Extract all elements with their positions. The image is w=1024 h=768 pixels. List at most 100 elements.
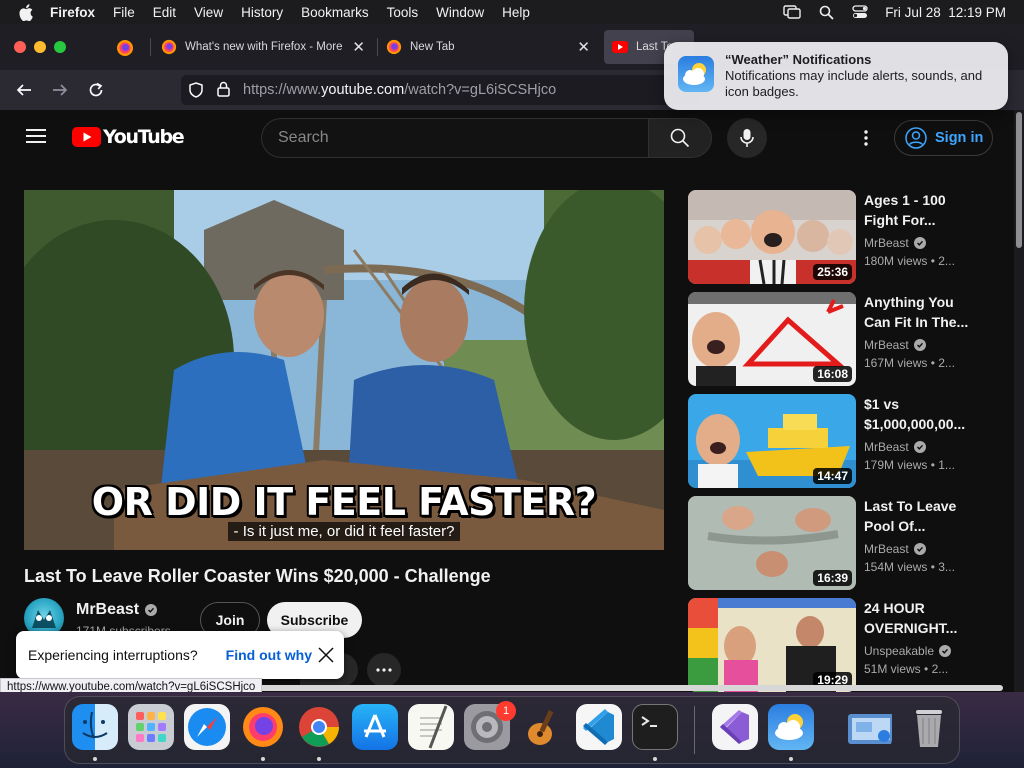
recommended-video-title[interactable]: Anything You Can Fit In The...: [864, 292, 974, 332]
menu-file[interactable]: File: [113, 5, 135, 20]
url-host: youtube.com: [321, 82, 405, 98]
spotlight-search-icon[interactable]: [817, 4, 835, 20]
notification-title: “Weather” Notifications: [725, 52, 872, 67]
url-prefix: https://www.: [243, 82, 322, 98]
pinned-tab-firefox[interactable]: [116, 39, 134, 57]
toast-message: Experiencing interruptions?: [28, 647, 198, 663]
vertical-scrollbar[interactable]: [1014, 110, 1024, 692]
settings-kebab-icon[interactable]: [854, 126, 878, 150]
hamburger-menu-icon[interactable]: [26, 128, 46, 149]
window-minimize-button[interactable]: [34, 41, 46, 53]
youtube-logo[interactable]: YouTube: [72, 126, 185, 148]
video-duration: 16:08: [813, 366, 852, 382]
recommended-video[interactable]: 14:47 $1 vs $1,000,000,00... MrBeast 179M…: [688, 394, 988, 488]
recommended-video-title[interactable]: $1 vs $1,000,000,00...: [864, 394, 974, 434]
recommended-video-title[interactable]: 24 HOUR OVERNIGHT...: [864, 598, 974, 638]
tab-new-tab[interactable]: New Tab ✕: [380, 30, 598, 64]
recommended-channel[interactable]: MrBeast: [864, 440, 926, 454]
recommended-video[interactable]: 19:29 24 HOUR OVERNIGHT... Unspeakable 51…: [688, 598, 988, 692]
recommended-video[interactable]: 16:39 Last To Leave Pool Of... MrBeast 15…: [688, 496, 988, 590]
finder-icon[interactable]: [72, 704, 118, 750]
channel-text: MrBeast: [864, 542, 909, 556]
recommended-channel[interactable]: MrBeast: [864, 542, 926, 556]
tab-close-icon[interactable]: ✕: [352, 38, 365, 56]
screen-mirroring-icon[interactable]: [783, 4, 801, 20]
trash-icon[interactable]: [906, 704, 952, 750]
tab-close-icon[interactable]: ✕: [577, 38, 590, 56]
menu-app-name[interactable]: Firefox: [50, 5, 95, 20]
control-center-icon[interactable]: [851, 4, 869, 20]
url-path: /watch?v=gL6iSCSHjco: [404, 82, 557, 98]
find-out-why-link[interactable]: Find out why: [226, 647, 312, 663]
firefox-icon: [161, 39, 177, 55]
sign-in-button[interactable]: Sign in: [894, 120, 993, 156]
address-bar[interactable]: https://www.youtube.com/watch?v=gL6iSCSH…: [181, 75, 701, 105]
textedit-icon[interactable]: [408, 704, 454, 750]
video-duration: 14:47: [813, 468, 852, 484]
back-arrow-icon[interactable]: [12, 78, 36, 102]
garageband-icon[interactable]: [520, 704, 566, 750]
video-thumbnail[interactable]: 16:08: [688, 292, 856, 386]
notification-body: Notifications may include alerts, sounds…: [725, 68, 983, 99]
recommended-channel[interactable]: MrBeast: [864, 236, 926, 250]
menu-edit[interactable]: Edit: [153, 5, 176, 20]
dock-separator: [694, 706, 695, 754]
forward-arrow-icon[interactable]: [48, 78, 72, 102]
upload-age: • 1...: [930, 458, 955, 472]
vertical-scroll-thumb[interactable]: [1016, 112, 1022, 248]
visual-studio-icon[interactable]: [712, 704, 758, 750]
menu-bookmarks[interactable]: Bookmarks: [301, 5, 369, 20]
video-subtitle-text: - Is it just me, or did it feel faster?: [227, 522, 461, 541]
chrome-icon[interactable]: [296, 704, 342, 750]
recommended-video-title[interactable]: Ages 1 - 100 Fight For...: [864, 190, 974, 230]
apple-menu-icon[interactable]: [16, 2, 36, 22]
menu-bar-clock[interactable]: Fri Jul 28 12:19 PM: [885, 5, 1006, 20]
recommended-video-title[interactable]: Last To Leave Pool Of...: [864, 496, 974, 536]
recommended-video[interactable]: 16:08 Anything You Can Fit In The... MrBe…: [688, 292, 988, 386]
verified-check-icon: [913, 441, 926, 453]
safari-icon[interactable]: [184, 704, 230, 750]
menu-window[interactable]: Window: [436, 5, 484, 20]
reload-icon[interactable]: [84, 78, 108, 102]
video-thumbnail[interactable]: 16:39: [688, 496, 856, 590]
window-zoom-button[interactable]: [54, 41, 66, 53]
recommended-video[interactable]: 25:36 Ages 1 - 100 Fight For... MrBeast 1…: [688, 190, 988, 284]
video-thumbnail[interactable]: 14:47: [688, 394, 856, 488]
weather-notification[interactable]: “Weather” Notifications Notifications ma…: [664, 42, 1008, 110]
search-button[interactable]: [648, 118, 712, 158]
menu-view[interactable]: View: [194, 5, 223, 20]
video-caption-large: OR DID IT FEEL FASTER?: [91, 480, 597, 524]
vscode-icon[interactable]: [576, 704, 622, 750]
menu-history[interactable]: History: [241, 5, 283, 20]
title-line: $1,000,000,00...: [864, 416, 966, 432]
more-actions-icon[interactable]: [367, 653, 401, 687]
window-close-button[interactable]: [14, 41, 26, 53]
shield-icon[interactable]: [189, 82, 203, 103]
menu-help[interactable]: Help: [502, 5, 530, 20]
view-count: 179M views: [864, 458, 928, 472]
downloads-folder-icon[interactable]: [846, 704, 892, 750]
video-thumbnail[interactable]: 25:36: [688, 190, 856, 284]
title-line: Anything You: [864, 294, 954, 310]
firefox-icon[interactable]: [240, 704, 286, 750]
weather-icon[interactable]: [768, 704, 814, 750]
upload-age: • 2...: [930, 254, 955, 268]
recommended-channel[interactable]: MrBeast: [864, 338, 926, 352]
voice-search-button[interactable]: [727, 118, 767, 158]
app-store-icon[interactable]: [352, 704, 398, 750]
terminal-icon[interactable]: [632, 704, 678, 750]
youtube-play-logo-icon: [72, 127, 101, 147]
video-thumbnail[interactable]: 19:29: [688, 598, 856, 692]
youtube-favicon-icon: [612, 41, 628, 53]
youtube-masthead: YouTube Search Sign in: [0, 110, 1014, 166]
launchpad-icon[interactable]: [128, 704, 174, 750]
channel-name[interactable]: MrBeast: [76, 601, 158, 619]
menu-tools[interactable]: Tools: [387, 5, 419, 20]
video-player[interactable]: OR DID IT FEEL FASTER? - Is it just me, …: [24, 190, 664, 550]
search-input[interactable]: Search: [261, 118, 649, 158]
toast-close-icon[interactable]: [314, 643, 338, 667]
lock-icon[interactable]: [217, 81, 230, 102]
horizontal-scroll-thumb[interactable]: [200, 685, 1003, 691]
recommended-channel[interactable]: Unspeakable: [864, 644, 952, 658]
tab-whats-new[interactable]: What's new with Firefox - More ✕: [155, 30, 373, 64]
